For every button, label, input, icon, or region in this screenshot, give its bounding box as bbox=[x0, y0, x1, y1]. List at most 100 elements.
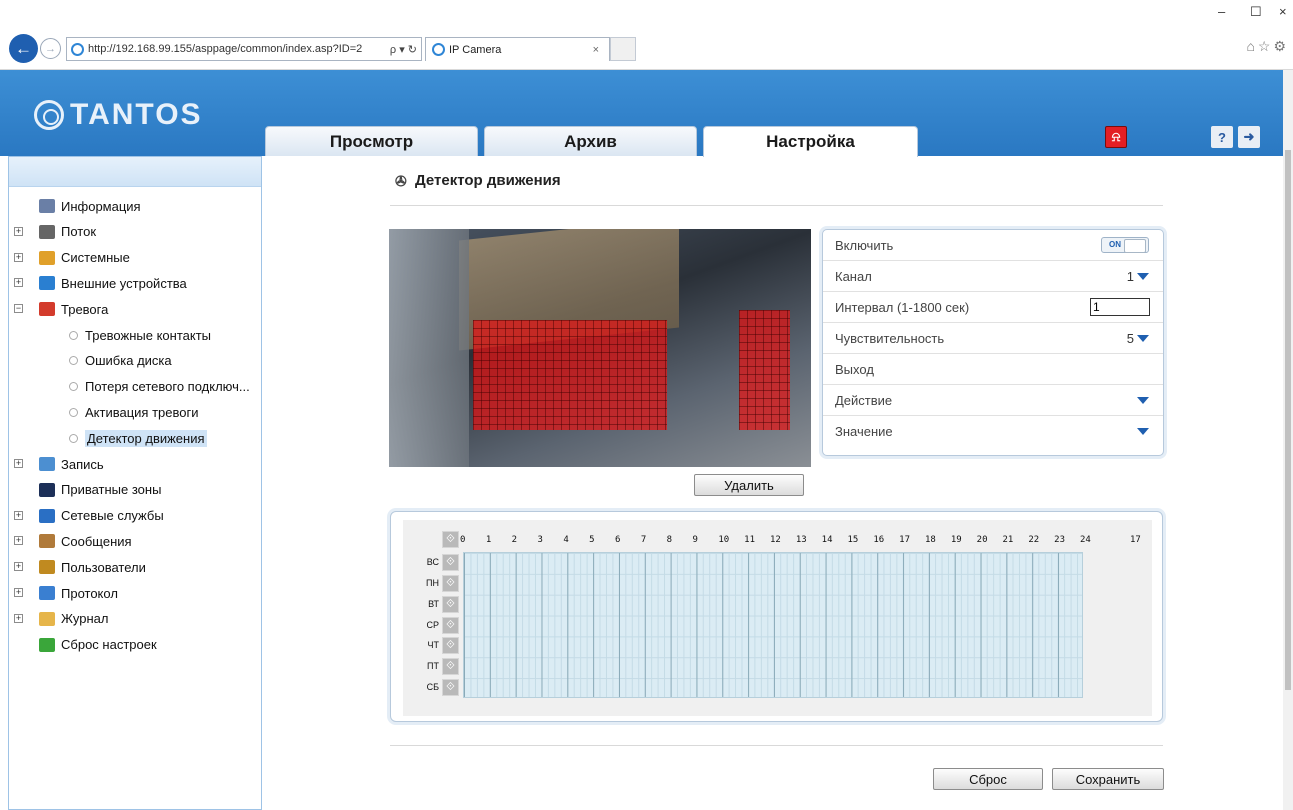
tree-node-icon bbox=[39, 611, 55, 626]
value-label: Значение bbox=[835, 424, 893, 439]
tree-bullet-icon bbox=[69, 407, 78, 417]
expand-icon[interactable]: + bbox=[14, 226, 23, 236]
tab-close-icon[interactable]: × bbox=[593, 44, 599, 56]
address-tools-icon[interactable]: ρ ▾ ↻ bbox=[386, 43, 421, 56]
alarm-bell-icon[interactable]: ⍾ bbox=[1105, 126, 1127, 148]
forward-button[interactable]: → bbox=[40, 38, 61, 59]
tree-node-icon bbox=[39, 637, 55, 652]
new-tab-button[interactable] bbox=[610, 37, 636, 61]
day-toggle-icon[interactable]: ⟐ bbox=[442, 658, 459, 676]
sidebar-item[interactable]: − Тревога bbox=[14, 298, 108, 320]
sidebar-item-label: Протокол bbox=[61, 585, 118, 601]
browser-toolbar-icons[interactable]: ⌂☆⚙ bbox=[1246, 38, 1289, 55]
sidebar-item[interactable]: Информация bbox=[39, 195, 141, 217]
window-maximize-button[interactable]: ☐ bbox=[1250, 4, 1262, 20]
sidebar-item[interactable]: + Запись bbox=[14, 453, 104, 475]
page-scrollbar[interactable] bbox=[1283, 70, 1293, 810]
sidebar-item[interactable]: Ошибка диска bbox=[69, 350, 172, 372]
sidebar-item[interactable]: + Системные bbox=[14, 247, 130, 269]
value-select[interactable] bbox=[1134, 428, 1149, 435]
reset-button[interactable]: Сброс bbox=[933, 768, 1043, 790]
sidebar-item[interactable]: Активация тревоги bbox=[69, 401, 198, 423]
tree-node-icon bbox=[39, 534, 55, 549]
tab-view[interactable]: Просмотр bbox=[265, 126, 478, 156]
logout-icon[interactable]: ➜ bbox=[1238, 126, 1260, 148]
address-bar[interactable]: http://192.168.99.155/asppage/common/ind… bbox=[66, 37, 422, 61]
select-all-toggle-icon[interactable]: ⟐ bbox=[442, 531, 459, 548]
day-toggle-icon[interactable]: ⟐ bbox=[442, 616, 459, 634]
schedule-hour-label: 6 bbox=[615, 535, 621, 545]
schedule-day-label: ВС bbox=[426, 557, 439, 567]
tree-bullet-icon bbox=[69, 382, 78, 392]
camera-preview[interactable] bbox=[389, 229, 811, 467]
sidebar-item[interactable]: + Сетевые службы bbox=[14, 505, 164, 527]
logo-mark-icon bbox=[34, 100, 64, 130]
day-toggle-icon[interactable]: ⟐ bbox=[442, 574, 459, 592]
day-toggle-icon[interactable]: ⟐ bbox=[442, 679, 459, 697]
sidebar-item[interactable]: + Внешние устройства bbox=[14, 272, 187, 294]
enable-toggle[interactable]: ON bbox=[1101, 237, 1149, 253]
tab-archive[interactable]: Архив bbox=[484, 126, 697, 156]
back-button[interactable]: ← bbox=[9, 34, 38, 63]
channel-label: Канал bbox=[835, 268, 872, 284]
schedule-hour-label: 21 bbox=[1002, 535, 1014, 545]
sidebar-item-label: Сообщения bbox=[61, 533, 132, 549]
address-url[interactable]: http://192.168.99.155/asppage/common/ind… bbox=[88, 43, 386, 55]
sidebar-item-label: Сетевые службы bbox=[61, 508, 164, 524]
sidebar-item[interactable]: Сброс настроек bbox=[39, 634, 157, 656]
browser-tab[interactable]: IP Camera × bbox=[425, 37, 610, 61]
sidebar: Информация + Поток + Системные + Внешние устро… bbox=[8, 156, 262, 810]
expand-icon[interactable]: + bbox=[14, 510, 23, 520]
expand-icon[interactable]: + bbox=[14, 613, 23, 623]
motion-zone[interactable] bbox=[473, 320, 667, 430]
window-close-button[interactable]: × bbox=[1279, 4, 1287, 19]
schedule-hour-label: 15 bbox=[847, 535, 859, 545]
schedule-grid[interactable] bbox=[463, 552, 1083, 698]
schedule-hour-label: 9 bbox=[692, 535, 698, 545]
sidebar-item[interactable]: Тревожные контакты bbox=[69, 324, 211, 346]
sidebar-item[interactable]: Детектор движения bbox=[69, 427, 207, 449]
action-select[interactable] bbox=[1134, 397, 1149, 404]
page-title: ✇ Детектор движения bbox=[395, 172, 561, 189]
schedule-hour-label: 12 bbox=[770, 535, 781, 545]
schedule-hour-label: 4 bbox=[563, 535, 569, 545]
sidebar-item[interactable]: + Поток bbox=[14, 221, 96, 243]
expand-icon[interactable]: + bbox=[14, 252, 23, 262]
save-button[interactable]: Сохранить bbox=[1052, 768, 1164, 790]
expand-icon[interactable]: + bbox=[14, 562, 23, 572]
interval-input[interactable] bbox=[1090, 298, 1150, 316]
day-toggle-icon[interactable]: ⟐ bbox=[442, 554, 459, 571]
sidebar-item[interactable]: + Сообщения bbox=[14, 530, 132, 552]
help-icon[interactable]: ? bbox=[1211, 126, 1233, 148]
schedule-hour-label: 5 bbox=[589, 535, 595, 545]
schedule-day-label: СБ bbox=[426, 682, 439, 693]
page-title-text: Детектор движения bbox=[415, 172, 561, 189]
sidebar-item-label: Детектор движения bbox=[85, 429, 207, 447]
expand-icon[interactable]: + bbox=[14, 536, 23, 546]
sidebar-item[interactable]: Приватные зоны bbox=[39, 479, 161, 501]
collapse-icon[interactable]: − bbox=[14, 304, 23, 314]
channel-value: 1 bbox=[1126, 269, 1134, 284]
schedule-day-label: ЧТ bbox=[427, 640, 440, 651]
schedule-hour-label: 18 bbox=[925, 535, 936, 545]
sidebar-item[interactable]: + Пользователи bbox=[14, 556, 146, 578]
expand-icon[interactable]: + bbox=[14, 459, 23, 468]
chevron-down-icon bbox=[1137, 273, 1149, 280]
sidebar-item-label: Сброс настроек bbox=[61, 637, 157, 653]
delete-button[interactable]: Удалить bbox=[694, 474, 804, 496]
expand-icon[interactable]: + bbox=[14, 588, 23, 597]
day-toggle-icon[interactable]: ⟐ bbox=[442, 637, 459, 655]
sensitivity-select[interactable]: 5 bbox=[1127, 331, 1149, 346]
tab-settings[interactable]: Настройка bbox=[703, 126, 918, 157]
schedule-hour-label: 8 bbox=[666, 535, 673, 545]
sidebar-item[interactable]: + Журнал bbox=[14, 608, 108, 630]
schedule-hour-label: 1 bbox=[485, 535, 492, 545]
motion-zone[interactable] bbox=[739, 310, 790, 430]
window-minimize-button[interactable]: – bbox=[1218, 4, 1225, 19]
channel-select[interactable]: 1 bbox=[1127, 269, 1149, 284]
expand-icon[interactable]: + bbox=[14, 278, 23, 288]
tree-node-icon bbox=[39, 560, 55, 575]
sidebar-item[interactable]: Потеря сетевого подключ... bbox=[69, 376, 250, 398]
sidebar-item[interactable]: + Протокол bbox=[14, 582, 118, 604]
day-toggle-icon[interactable]: ⟐ bbox=[442, 595, 459, 613]
